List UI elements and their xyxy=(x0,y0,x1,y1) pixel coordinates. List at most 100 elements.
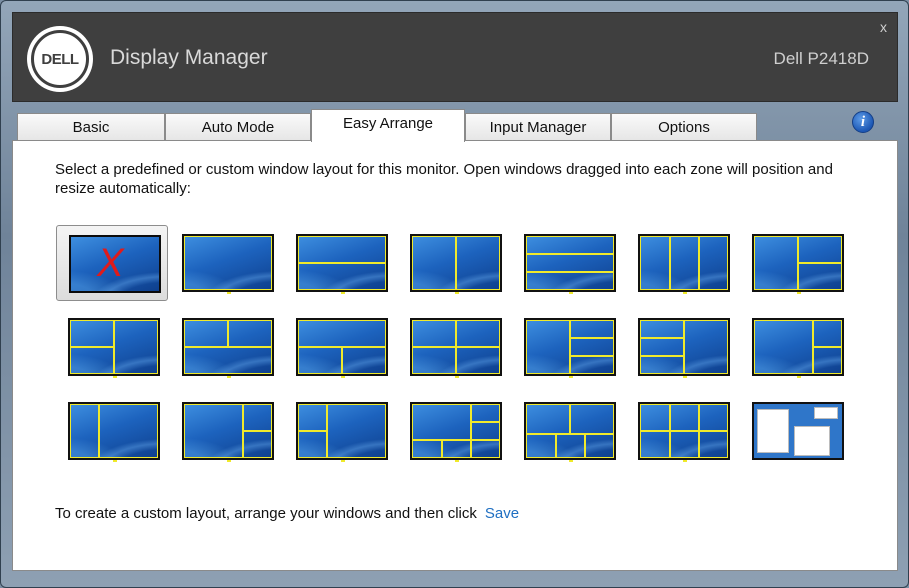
monitor-stand xyxy=(341,460,345,462)
layout-zone xyxy=(526,320,570,374)
layout-zone xyxy=(184,404,243,458)
layout-option-2x3[interactable] xyxy=(626,393,738,469)
layout-zone xyxy=(570,356,614,374)
layout-option-left-half-right-2[interactable] xyxy=(740,225,852,301)
layout-option-3-cols[interactable] xyxy=(626,225,738,301)
monitor-stand xyxy=(455,292,459,294)
layout-preview-custom xyxy=(752,402,844,460)
layout-preview-full xyxy=(182,234,274,294)
layout-preview-left-2-right-wide xyxy=(296,402,388,462)
layout-zone xyxy=(114,320,158,374)
tab-auto-mode[interactable]: Auto Mode xyxy=(165,113,311,140)
monitor-stand xyxy=(797,376,801,378)
layout-option-right-third-split[interactable] xyxy=(740,309,852,385)
monitor-stand xyxy=(683,460,687,462)
layout-option-left-half-right-3[interactable] xyxy=(512,309,624,385)
layout-zone xyxy=(456,347,500,374)
layout-zone xyxy=(526,404,570,434)
layout-zone xyxy=(298,347,342,374)
monitor-stand xyxy=(113,376,117,378)
layout-option-top-wide-bottom-3[interactable] xyxy=(398,393,510,469)
layout-option-left-3-right-half[interactable] xyxy=(626,309,738,385)
layout-zone xyxy=(99,404,158,458)
layout-option-left-wide-right-2[interactable] xyxy=(170,393,282,469)
close-button[interactable]: x xyxy=(880,19,887,35)
layout-preview-2-rows xyxy=(296,234,388,294)
layout-zone xyxy=(184,236,272,290)
layout-zone xyxy=(570,338,614,356)
layout-option-2-rows[interactable] xyxy=(284,225,396,301)
layout-option-custom[interactable] xyxy=(740,393,852,469)
layout-zone xyxy=(298,320,386,347)
layout-zone xyxy=(570,320,614,338)
layout-zone xyxy=(471,440,500,458)
easy-arrange-panel: Select a predefined or custom window lay… xyxy=(12,140,898,571)
tab-input-manager[interactable]: Input Manager xyxy=(465,113,611,140)
layout-option-full[interactable] xyxy=(170,225,282,301)
custom-window-3 xyxy=(814,407,838,419)
layout-preview-2x2-alt-a xyxy=(182,318,274,378)
layout-zone xyxy=(342,347,386,374)
tab-bar: Basic Auto Mode Easy Arrange Input Manag… xyxy=(12,102,898,142)
layout-zone xyxy=(684,320,728,374)
layout-option-none[interactable]: X xyxy=(56,225,168,301)
tab-easy-arrange[interactable]: Easy Arrange xyxy=(311,109,465,142)
layout-zone xyxy=(556,434,585,458)
monitor-stand xyxy=(683,292,687,294)
layout-option-2x2-alt-b[interactable] xyxy=(284,309,396,385)
layout-zone xyxy=(184,320,228,347)
dell-logo: DELL xyxy=(27,26,93,92)
layout-zone xyxy=(298,431,327,458)
no-layout-x-mark: X xyxy=(97,241,124,285)
layout-preview-right-third-split xyxy=(752,318,844,378)
layout-option-left-2-right-wide[interactable] xyxy=(284,393,396,469)
layout-option-2x2-alt-a[interactable] xyxy=(170,309,282,385)
layout-zone xyxy=(798,263,842,290)
layout-zone xyxy=(228,320,272,347)
footer-text: To create a custom layout, arrange your … xyxy=(55,505,477,522)
layout-preview-top-wide-bottom-3 xyxy=(410,402,502,462)
save-link[interactable]: Save xyxy=(485,505,519,522)
layout-zone xyxy=(699,404,728,431)
layout-zone xyxy=(640,338,684,356)
layout-zone xyxy=(585,434,614,458)
layout-zone xyxy=(526,272,614,290)
header-bar: DELL Display Manager Dell P2418D x xyxy=(12,12,898,102)
app-window: DELL Display Manager Dell P2418D x Basic… xyxy=(0,0,909,588)
monitor-stand xyxy=(455,376,459,378)
layout-zone xyxy=(699,236,728,290)
layout-zone xyxy=(640,236,670,290)
layout-option-left-2-right-half[interactable] xyxy=(56,309,168,385)
layout-preview-left-2-right-half xyxy=(68,318,160,378)
layout-preview-left-half-right-3 xyxy=(524,318,616,378)
layout-zone xyxy=(526,236,614,254)
layout-zone xyxy=(70,404,99,458)
layout-preview-3-cols xyxy=(638,234,730,294)
custom-window-1 xyxy=(757,409,789,453)
monitor-stand xyxy=(227,292,231,294)
layout-option-top-2-bottom-3[interactable] xyxy=(512,393,624,469)
dell-logo-text: DELL xyxy=(31,30,89,88)
layout-zone xyxy=(640,404,670,431)
layout-option-2-cols[interactable] xyxy=(398,225,510,301)
layout-zone xyxy=(699,431,728,458)
layout-option-3-rows[interactable] xyxy=(512,225,624,301)
monitor-stand xyxy=(455,460,459,462)
layout-zone xyxy=(471,422,500,440)
layout-option-2x2[interactable] xyxy=(398,309,510,385)
info-icon[interactable]: i xyxy=(852,111,874,133)
layout-zone xyxy=(412,347,456,374)
tab-options[interactable]: Options xyxy=(611,113,757,140)
layout-zone xyxy=(670,236,699,290)
layout-zone xyxy=(813,320,842,347)
layout-preview-2x3 xyxy=(638,402,730,462)
layout-preview-2x2 xyxy=(410,318,502,378)
layout-zone xyxy=(456,236,500,290)
layout-preview-2-cols xyxy=(410,234,502,294)
monitor-stand xyxy=(569,460,573,462)
layout-zone xyxy=(640,431,670,458)
layout-zone xyxy=(640,356,684,374)
layout-preview-top-2-bottom-3 xyxy=(524,402,616,462)
layout-option-2-cols-wide-left[interactable] xyxy=(56,393,168,469)
tab-basic[interactable]: Basic xyxy=(17,113,165,140)
